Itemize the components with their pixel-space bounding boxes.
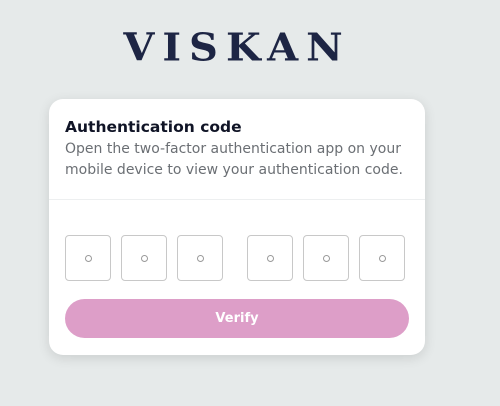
placeholder-dot-icon — [140, 254, 148, 262]
viskan-logo: VISKAN — [122, 26, 352, 70]
code-digit-5[interactable] — [303, 235, 349, 281]
verify-button[interactable]: Verify — [65, 299, 409, 338]
placeholder-dot-icon — [84, 254, 92, 262]
code-digit-4[interactable] — [247, 235, 293, 281]
code-inputs — [65, 235, 405, 281]
code-digit-2[interactable] — [121, 235, 167, 281]
code-digit-6[interactable] — [359, 235, 405, 281]
auth-card: Authentication code Open the two-factor … — [49, 99, 425, 355]
logo-text: VISKAN — [123, 25, 351, 70]
code-digit-1[interactable] — [65, 235, 111, 281]
code-digit-3[interactable] — [177, 235, 223, 281]
placeholder-dot-icon — [378, 254, 386, 262]
placeholder-dot-icon — [196, 254, 204, 262]
card-header: Authentication code Open the two-factor … — [49, 99, 425, 200]
placeholder-dot-icon — [266, 254, 274, 262]
placeholder-dot-icon — [322, 254, 330, 262]
auth-title: Authentication code — [65, 118, 242, 136]
auth-description: Open the two-factor authentication app o… — [65, 141, 403, 178]
